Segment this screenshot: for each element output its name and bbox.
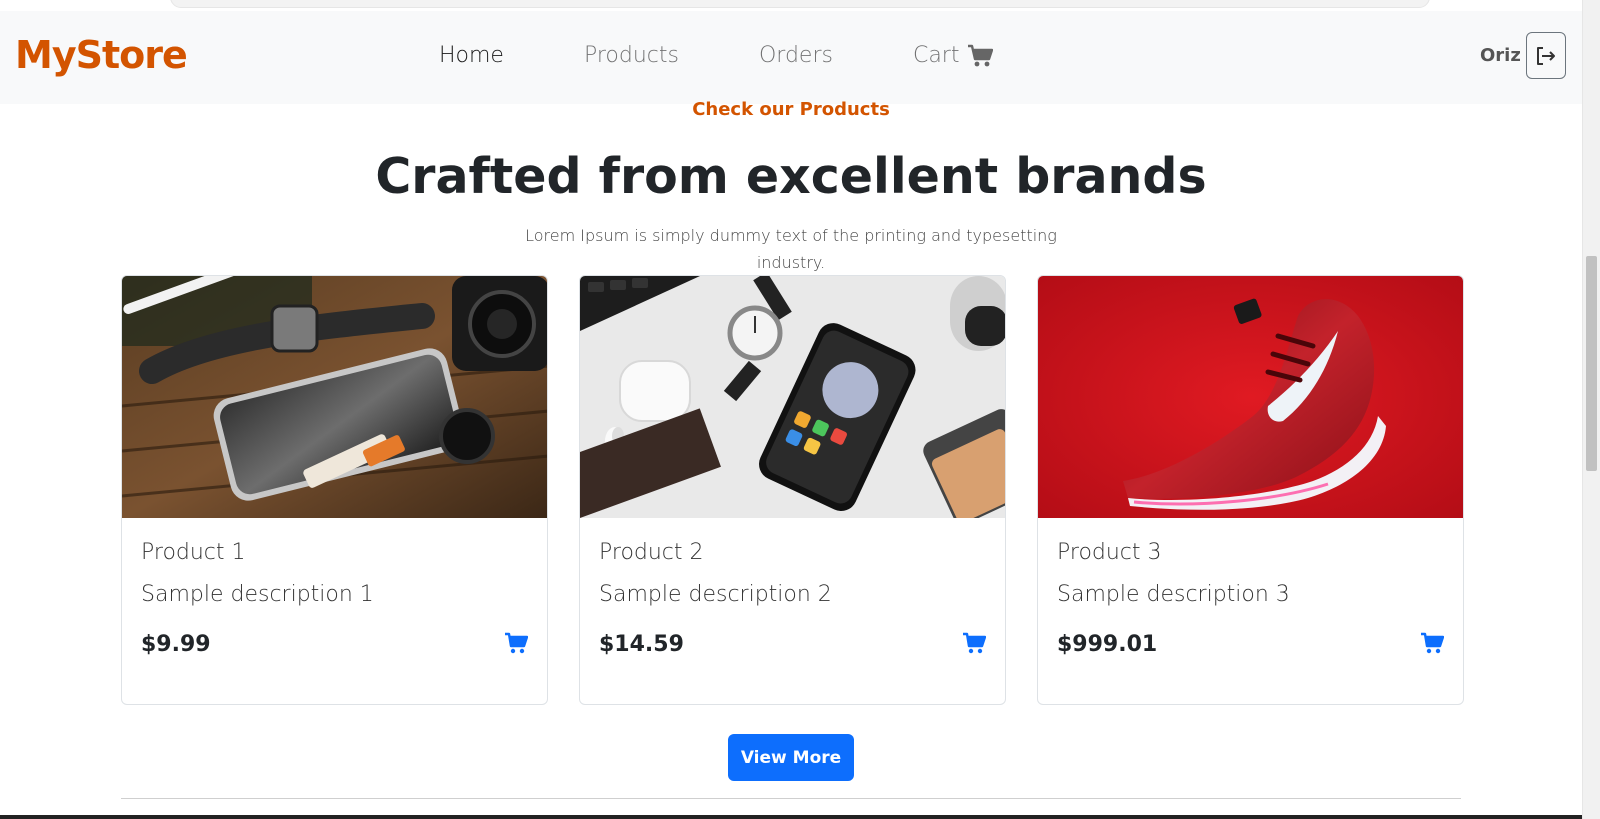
product-image[interactable] [580, 276, 1005, 518]
add-to-cart-icon[interactable] [504, 632, 528, 654]
section-lead: Lorem Ipsum is simply dummy text of the … [525, 226, 1057, 272]
product-description: Sample description 3 [1057, 582, 1290, 607]
bottom-edge [0, 815, 1582, 819]
scrollbar-thumb[interactable] [1586, 256, 1597, 471]
product-price: $999.01 [1057, 632, 1158, 657]
product-card[interactable]: Product 2 Sample description 2 $14.59 [579, 275, 1006, 705]
nav-link-home[interactable]: Home [439, 43, 504, 68]
product-description: Sample description 2 [599, 582, 832, 607]
product-image[interactable] [122, 276, 547, 518]
product-title: Product 2 [599, 540, 704, 565]
product-cards: Product 1 Sample description 1 $9.99 Pro… [121, 275, 1464, 705]
product-description: Sample description 1 [141, 582, 374, 607]
nav-link-orders[interactable]: Orders [759, 43, 833, 68]
product-price: $14.59 [599, 632, 684, 657]
page-scrollbar[interactable] [1582, 0, 1600, 819]
product-image-graphic [580, 276, 1005, 518]
product-title: Product 3 [1057, 540, 1162, 565]
view-more-button[interactable]: View More [728, 734, 854, 781]
page: MyStore Home Products Orders Cart Oriz C… [0, 0, 1600, 819]
nav-link-orders-label: Orders [758, 43, 833, 68]
section-headline: Crafted from excellent brands [375, 148, 1207, 205]
user-name: Oriz [1480, 45, 1521, 66]
logout-button[interactable] [1526, 32, 1566, 79]
search-bar-edge[interactable] [170, 0, 1430, 8]
section-divider [121, 798, 1461, 799]
nav-link-products[interactable]: Products [584, 43, 679, 68]
cart-icon [968, 44, 994, 66]
navbar: MyStore Home Products Orders Cart Oriz [0, 11, 1582, 104]
product-card[interactable]: Product 3 Sample description 3 $999.01 [1037, 275, 1464, 705]
logout-icon [1537, 46, 1555, 65]
product-card[interactable]: Product 1 Sample description 1 $9.99 [121, 275, 548, 705]
nav-link-products-label: Products [583, 43, 679, 68]
nav-link-home-label: Home [439, 43, 504, 68]
product-price: $9.99 [141, 632, 211, 657]
add-to-cart-icon[interactable] [1420, 632, 1444, 654]
nav-link-cart-label: Cart [912, 43, 960, 68]
add-to-cart-icon[interactable] [962, 632, 986, 654]
brand-logo[interactable]: MyStore [15, 33, 188, 77]
nav-link-cart[interactable]: Cart [913, 43, 994, 68]
product-title: Product 1 [141, 540, 246, 565]
product-image-graphic [122, 276, 547, 518]
section-eyebrow: Check our Products [692, 99, 890, 120]
nav-links: Home Products Orders Cart [439, 43, 1073, 68]
product-image[interactable] [1038, 276, 1463, 518]
product-image-graphic [1038, 276, 1463, 518]
